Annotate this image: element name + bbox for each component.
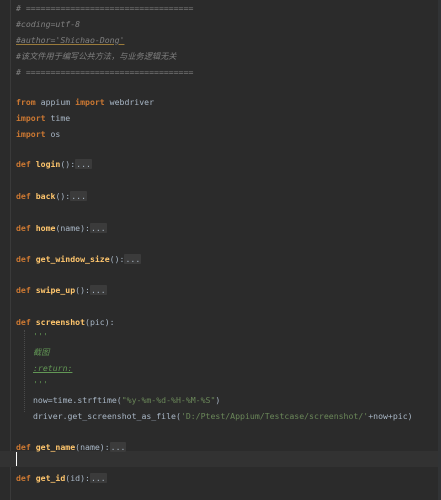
keyword: def — [16, 317, 36, 327]
keyword: def — [16, 285, 36, 295]
keyword: def — [16, 191, 36, 201]
function-args: (id): — [65, 473, 90, 483]
code-line: from appium import webdriver — [16, 96, 154, 109]
code-line-def-screenshot: def screenshot(pic): — [16, 316, 115, 329]
fold-marker[interactable]: ... — [75, 159, 92, 169]
keyword: def — [16, 159, 36, 169]
function-name: swipe_up — [35, 285, 76, 295]
code-line-def-back: def back():... — [16, 190, 88, 203]
indent-guide — [24, 330, 26, 412]
code-text: now=time.strftime( — [33, 395, 122, 405]
fold-marker[interactable]: ... — [89, 285, 107, 295]
code-line-def-get-window-size: def get_window_size():... — [16, 253, 142, 266]
code-line-def-home: def home(name):... — [16, 222, 107, 235]
keyword: def — [16, 442, 36, 452]
text-caret — [16, 452, 17, 466]
code-line: driver.get_screenshot_as_file('D:/Ptest/… — [33, 410, 413, 423]
fold-marker[interactable]: ... — [109, 442, 127, 452]
code-line: # ================================== — [16, 67, 194, 77]
function-name: get_window_size — [35, 254, 110, 264]
keyword: import — [16, 113, 46, 123]
code-line-def-get-id: def get_id(id):... — [16, 472, 107, 485]
docstring-line: 截图 — [33, 347, 50, 357]
keyword: from — [16, 97, 36, 107]
function-name: get_id — [35, 473, 66, 483]
code-text: +now+pic) — [368, 411, 413, 421]
fold-marker[interactable]: ... — [89, 223, 107, 233]
code-line: now=time.strftime("%y-%m-%d-%H-%M-%S") — [33, 394, 220, 407]
fold-marker[interactable]: ... — [89, 473, 107, 483]
docstring-tag: :return: — [33, 363, 73, 373]
function-name: screenshot — [35, 317, 86, 327]
function-args: (): — [55, 191, 71, 201]
keyword: def — [16, 254, 36, 264]
comment-text: #author='Shichao-Dong' — [16, 35, 125, 45]
function-args: (name): — [75, 442, 110, 452]
code-line: import os — [16, 128, 60, 141]
docstring-line: ''' — [33, 331, 48, 341]
code-text: ) — [215, 395, 221, 405]
keyword: def — [16, 223, 36, 233]
fold-marker[interactable]: ... — [70, 191, 88, 201]
module-name: appium — [35, 97, 76, 107]
function-args: (): — [75, 285, 90, 295]
code-line-def-login: def login():... — [16, 158, 92, 171]
keyword: import — [16, 129, 46, 139]
code-line-def-swipe-up: def swipe_up():... — [16, 284, 107, 297]
function-name: get_name — [35, 442, 76, 452]
code-editor[interactable]: # ================================== #co… — [0, 0, 441, 500]
function-name: home — [35, 223, 56, 233]
string-literal: "%y-%m-%d-%H-%M-%S" — [121, 395, 216, 405]
function-name: login — [35, 159, 61, 169]
string-literal: 'D:/Ptest/Appium/Testcase/screenshot/' — [180, 411, 369, 421]
code-text: driver.get_screenshot_as_file( — [33, 411, 181, 421]
code-line: #该文件用于编写公共方法，与业务逻辑无关 — [16, 51, 177, 61]
function-args: (): — [60, 159, 76, 169]
keyword: def — [16, 473, 36, 483]
import-name: time — [45, 113, 71, 123]
code-line: # ================================== — [16, 3, 194, 13]
function-args: (pic): — [85, 317, 115, 327]
import-name: webdriver — [104, 97, 155, 107]
function-name: back — [35, 191, 56, 201]
function-args: (name): — [55, 223, 90, 233]
gutter-divider — [10, 0, 11, 500]
import-name: os — [45, 129, 61, 139]
code-line: import time — [16, 112, 70, 125]
keyword: import — [75, 97, 105, 107]
code-line: #coding=utf-8 — [16, 19, 81, 29]
code-line-def-get-name: def get_name(name):... — [16, 441, 127, 454]
docstring-line: ''' — [33, 379, 48, 389]
docstring-line: :return: — [33, 362, 72, 375]
fold-marker[interactable]: ... — [124, 254, 142, 264]
function-args: (): — [109, 254, 125, 264]
code-line: #author='Shichao-Dong' — [16, 34, 124, 47]
